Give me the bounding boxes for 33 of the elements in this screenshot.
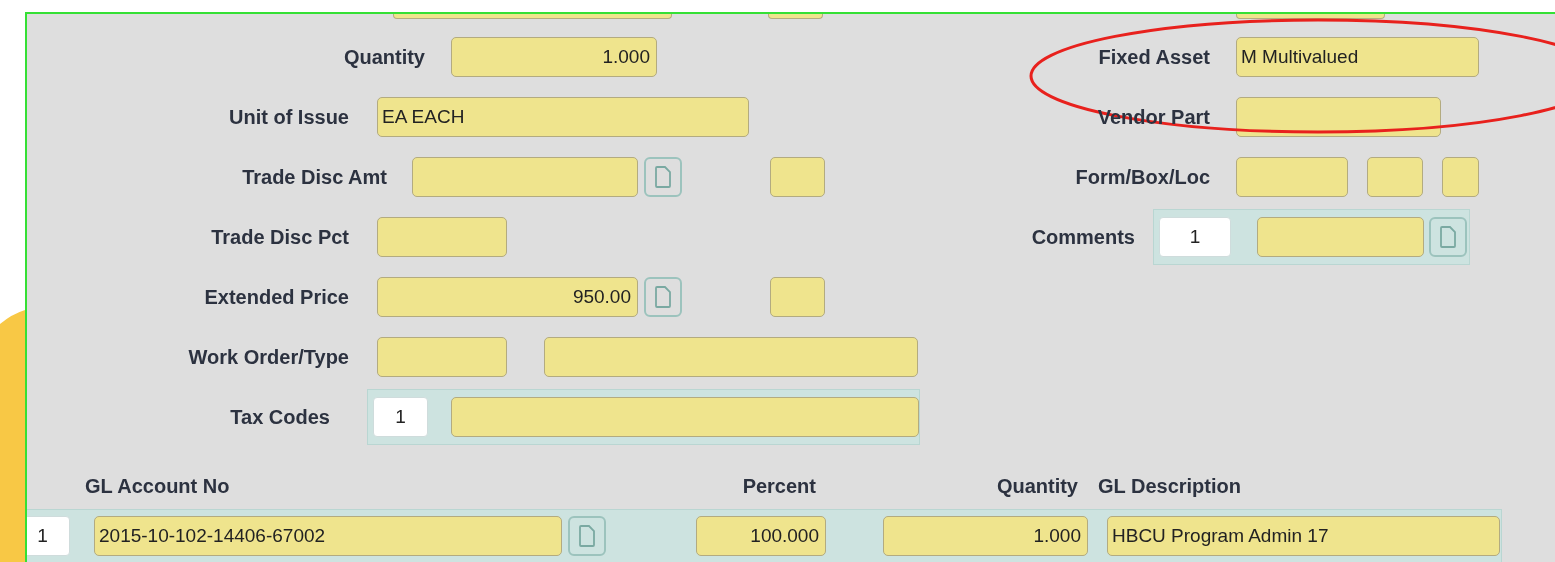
column-header: GL Account No bbox=[85, 474, 231, 498]
document-icon bbox=[655, 166, 671, 188]
document-icon bbox=[579, 525, 595, 547]
line-number-field[interactable]: 1 bbox=[27, 516, 70, 556]
field-label: Quantity bbox=[342, 45, 425, 69]
field-label: Unit of Issue bbox=[228, 105, 349, 129]
input-field[interactable]: 950.00 bbox=[377, 277, 638, 317]
input-field[interactable]: 100.000 bbox=[696, 516, 826, 556]
document-icon bbox=[1440, 226, 1456, 248]
input-field[interactable]: HBCU Program Admin 17 bbox=[1107, 516, 1500, 556]
column-header: GL Description bbox=[1098, 474, 1242, 498]
input-field[interactable]: 2015-10-102-14406-67002 bbox=[94, 516, 562, 556]
lookup-button[interactable] bbox=[644, 157, 682, 197]
lookup-button[interactable] bbox=[644, 277, 682, 317]
input-field[interactable]: 1.000 bbox=[451, 37, 657, 77]
field-label: Trade Disc Amt bbox=[241, 165, 387, 189]
column-header: Percent bbox=[741, 474, 816, 498]
field-label: Extended Price bbox=[203, 285, 349, 309]
column-header: Quantity bbox=[995, 474, 1078, 498]
input-field[interactable]: EA EACH bbox=[377, 97, 749, 137]
lookup-button[interactable] bbox=[568, 516, 606, 556]
field-label: Comments bbox=[1030, 225, 1135, 249]
line-number-field[interactable]: 1 bbox=[1159, 217, 1231, 257]
field-label: Tax Codes bbox=[229, 405, 330, 429]
line-number-field[interactable]: 1 bbox=[373, 397, 428, 437]
lookup-button[interactable] bbox=[1429, 217, 1467, 257]
field-label: Work Order/Type bbox=[187, 345, 349, 369]
field-label: Trade Disc Pct bbox=[210, 225, 349, 249]
input-field[interactable]: 1.000 bbox=[883, 516, 1088, 556]
field-label: Fixed Asset bbox=[1097, 45, 1210, 69]
document-icon bbox=[655, 286, 671, 308]
input-field[interactable]: M Multivalued bbox=[1236, 37, 1479, 77]
field-label: Form/Box/Loc bbox=[1074, 165, 1210, 189]
